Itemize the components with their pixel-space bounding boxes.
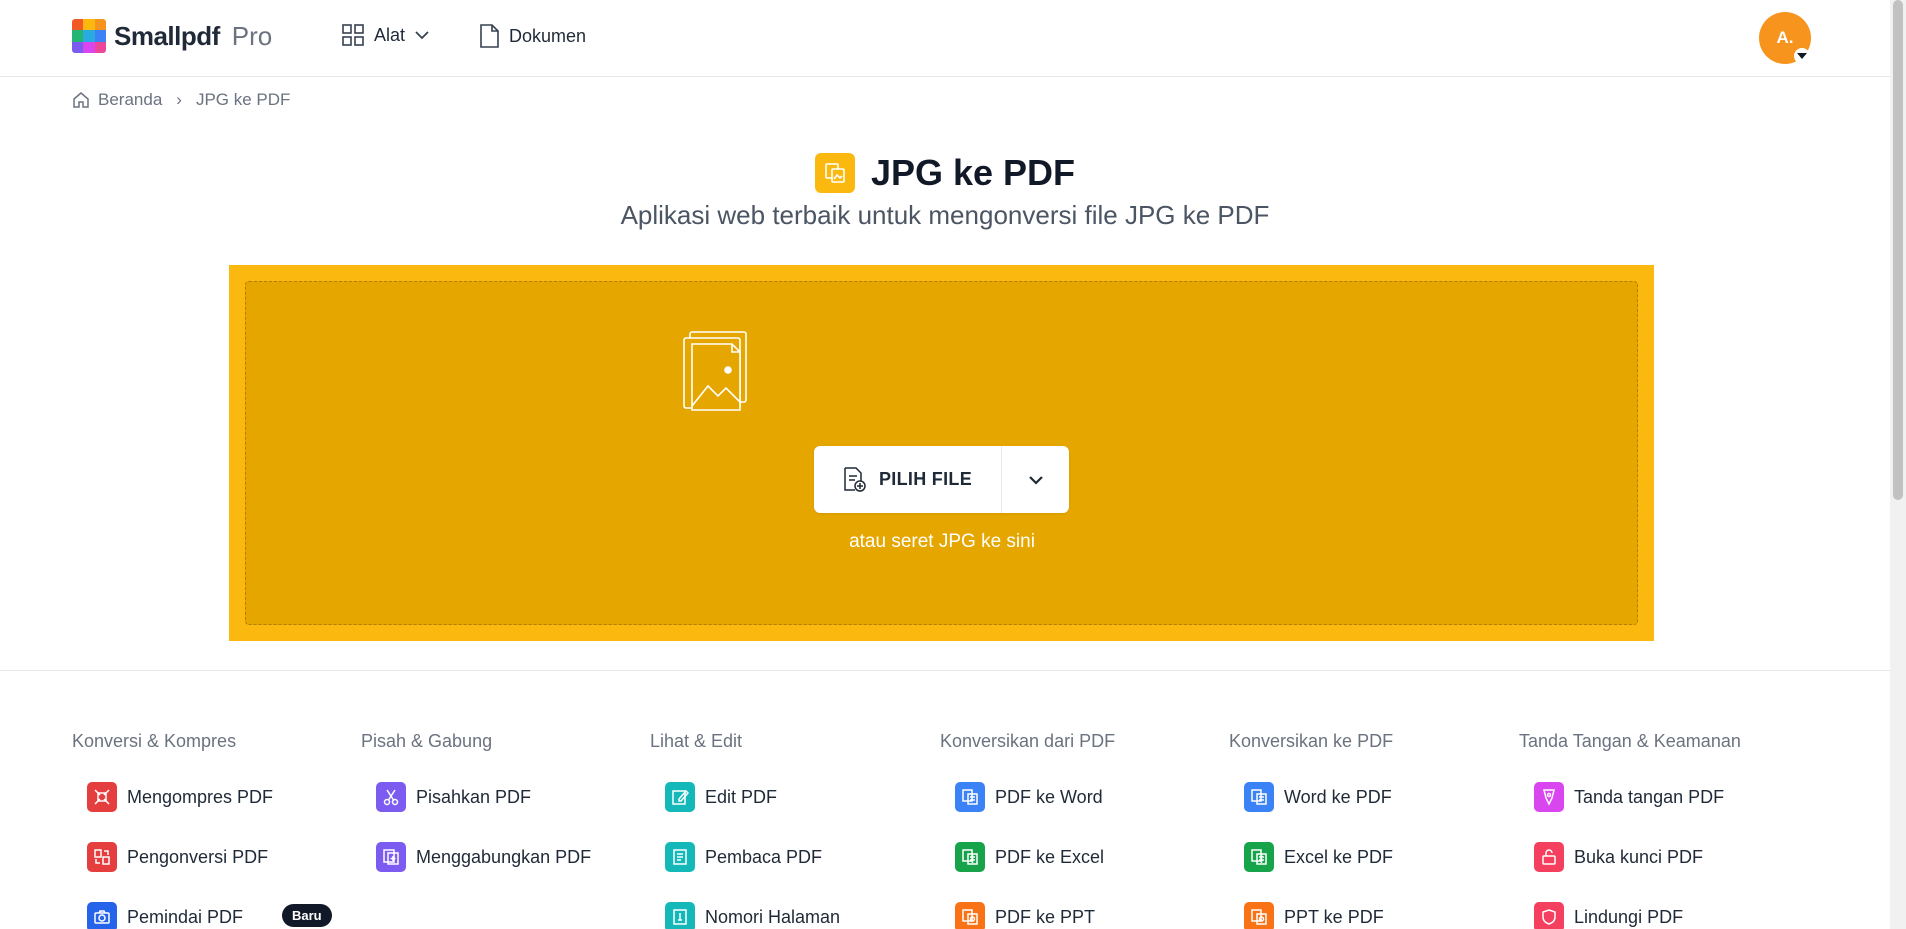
ppt-icon	[955, 902, 985, 929]
tool-pdf-reader[interactable]: Pembaca PDF	[665, 842, 930, 872]
page-subtitle: Aplikasi web terbaik untuk mengonversi f…	[620, 200, 1270, 230]
tool-label: Pisahkan PDF	[416, 786, 532, 807]
word-icon	[955, 782, 985, 812]
section-divider	[0, 670, 1890, 671]
excel-icon	[955, 842, 985, 872]
numbering-icon	[665, 902, 695, 929]
breadcrumb-separator: ›	[176, 90, 182, 109]
tool-pdf-to-word[interactable]: PDF ke Word	[955, 782, 1220, 812]
nav-documents-label: Dokumen	[509, 25, 587, 46]
unlock-icon	[1534, 842, 1564, 872]
chevron-down-icon	[415, 31, 429, 40]
avatar-initials: A.	[1776, 28, 1794, 47]
camera-icon	[87, 902, 117, 929]
scrollbar-thumb[interactable]	[1893, 0, 1903, 500]
tool-label: Buka kunci PDF	[1574, 846, 1704, 867]
tool-ppt-to-pdf[interactable]: PPT ke PDF	[1244, 902, 1509, 929]
column-title: Pisah & Gabung	[361, 731, 493, 751]
grid-icon	[342, 24, 364, 46]
column-title: Konversikan ke PDF	[1229, 731, 1394, 751]
tool-compress-pdf[interactable]: Mengompres PDF	[87, 782, 352, 812]
tool-label: PPT ke PDF	[1284, 906, 1384, 927]
brand-name: Smallpdf	[114, 20, 220, 51]
brand-tier: Pro	[231, 20, 273, 51]
tool-merge-pdf[interactable]: Menggabungkan PDF	[376, 842, 641, 872]
edit-icon	[665, 782, 695, 812]
choose-file-label: PILIH FILE	[879, 469, 972, 489]
choose-file-dropdown[interactable]	[1002, 446, 1069, 513]
document-icon	[480, 24, 499, 48]
tool-edit-pdf[interactable]: Edit PDF	[665, 782, 930, 812]
tool-label: Mengompres PDF	[127, 786, 274, 807]
tool-column-view-edit: Lihat & Edit Edit PDF Pembaca PDF Nomori…	[650, 731, 930, 929]
tool-split-pdf[interactable]: Pisahkan PDF	[376, 782, 641, 812]
page-title-row: JPG ke PDF	[0, 152, 1890, 194]
excel-icon	[1244, 842, 1274, 872]
add-file-icon	[844, 466, 866, 492]
tool-label: Excel ke PDF	[1284, 846, 1394, 867]
home-icon[interactable]	[72, 91, 90, 109]
page-title: JPG ke PDF	[870, 152, 1076, 193]
avatar-caret-icon[interactable]	[1794, 48, 1810, 64]
column-title: Tanda Tangan & Keamanan	[1519, 731, 1741, 751]
logo-mark-icon	[72, 19, 106, 53]
column-title: Lihat & Edit	[650, 731, 743, 751]
column-title: Konversi & Kompres	[72, 731, 237, 751]
brand-logo[interactable]: Smallpdf Pro	[72, 19, 272, 53]
nav-tools-menu[interactable]: Alat	[342, 24, 429, 46]
breadcrumb-current: JPG ke PDF	[195, 90, 291, 109]
tool-column-to-pdf: Konversikan ke PDF Word ke PDF Excel ke …	[1229, 731, 1509, 929]
tool-label: PDF ke Excel	[995, 846, 1105, 867]
breadcrumb-home[interactable]: Beranda	[98, 90, 162, 110]
jpg-to-pdf-icon	[814, 153, 855, 193]
new-badge: Baru	[282, 904, 332, 927]
tool-sign-pdf[interactable]: Tanda tangan PDF	[1534, 782, 1859, 812]
tool-label: Pemindai PDF	[127, 906, 244, 927]
tool-label: Lindungi PDF	[1574, 906, 1684, 927]
nav-tools-label: Alat	[374, 24, 406, 45]
word-icon	[1244, 782, 1274, 812]
tool-label: Nomori Halaman	[705, 906, 841, 927]
sign-icon	[1534, 782, 1564, 812]
tool-label: Word ke PDF	[1284, 786, 1392, 807]
tool-label: Menggabungkan PDF	[416, 846, 592, 867]
convert-icon	[87, 842, 117, 872]
breadcrumb: Beranda › JPG ke PDF	[72, 90, 290, 110]
column-title: Konversikan dari PDF	[940, 731, 1116, 751]
choose-file-button[interactable]: PILIH FILE	[814, 446, 1002, 513]
tool-unlock-pdf[interactable]: Buka kunci PDF	[1534, 842, 1859, 872]
tool-label: Pembaca PDF	[705, 846, 823, 867]
ppt-icon	[1244, 902, 1274, 929]
tool-label: Pengonversi PDF	[127, 846, 269, 867]
tool-label: Edit PDF	[705, 786, 778, 807]
tool-pdf-to-excel[interactable]: PDF ke Excel	[955, 842, 1220, 872]
reader-icon	[665, 842, 695, 872]
tool-column-convert-compress: Konversi & Kompres Mengompres PDF Pengon…	[72, 731, 352, 929]
tool-column-sign-security: Tanda Tangan & Keamanan Tanda tangan PDF…	[1519, 731, 1859, 929]
image-files-icon	[683, 331, 747, 411]
tool-pdf-to-ppt[interactable]: PDF ke PPT	[955, 902, 1220, 929]
tool-column-split-merge: Pisah & Gabung Pisahkan PDF Menggabungka…	[361, 731, 641, 902]
nav-documents[interactable]: Dokumen	[480, 24, 586, 48]
tool-pdf-converter[interactable]: Pengonversi PDF	[87, 842, 352, 872]
drop-hint: atau seret JPG ke sini	[849, 531, 1035, 552]
tool-label: Tanda tangan PDF	[1574, 786, 1725, 807]
compress-icon	[87, 782, 117, 812]
merge-icon	[376, 842, 406, 872]
tool-excel-to-pdf[interactable]: Excel ke PDF	[1244, 842, 1509, 872]
chevron-down-icon	[1028, 475, 1043, 485]
tool-pdf-scanner[interactable]: Pemindai PDF Baru	[87, 902, 352, 929]
shield-icon	[1534, 902, 1564, 929]
page-scrollbar[interactable]	[1890, 0, 1906, 929]
choose-file-button-group: PILIH FILE	[814, 446, 1069, 513]
tool-label: PDF ke Word	[995, 786, 1103, 807]
scissors-icon	[376, 782, 406, 812]
tool-label: PDF ke PPT	[995, 906, 1096, 927]
top-header: Smallpdf Pro Alat Dokumen A.	[0, 0, 1890, 77]
tool-protect-pdf[interactable]: Lindungi PDF	[1534, 902, 1859, 929]
tool-word-to-pdf[interactable]: Word ke PDF	[1244, 782, 1509, 812]
tool-column-from-pdf: Konversikan dari PDF PDF ke Word PDF ke …	[940, 731, 1220, 929]
tool-page-numbers[interactable]: Nomori Halaman	[665, 902, 930, 929]
